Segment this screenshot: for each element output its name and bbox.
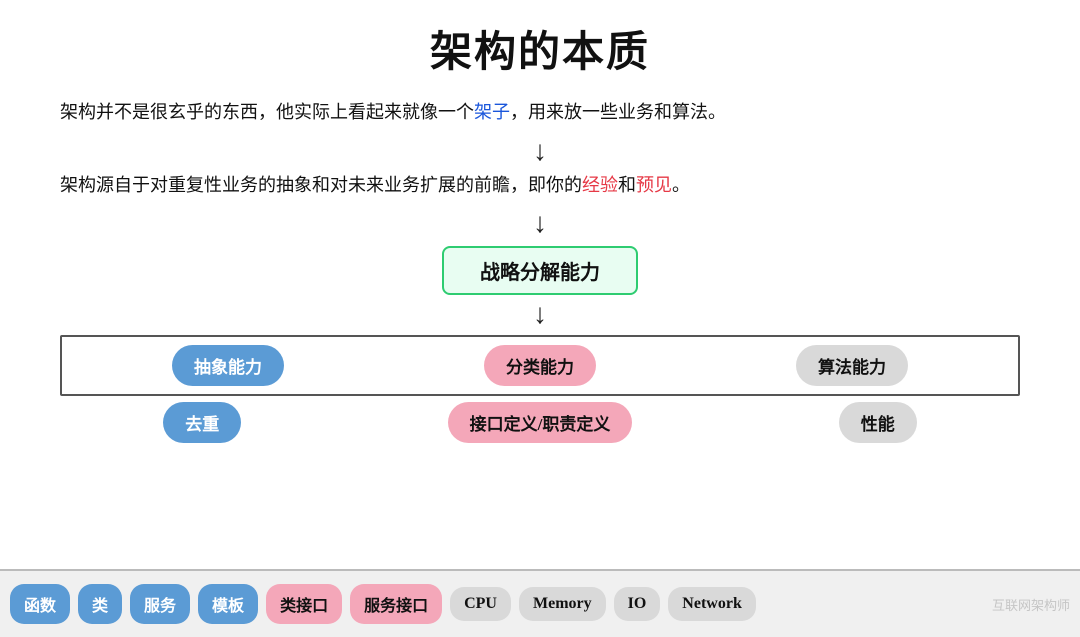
arrow-2: ↓ (60, 210, 1020, 238)
row2-col1: 去重 (163, 402, 241, 443)
row1-col1: 抽象能力 (172, 345, 284, 386)
bottom-pink-2[interactable]: 服务接口 (350, 584, 442, 624)
bottom-blue-3[interactable]: 服务 (130, 584, 190, 624)
arrow-1: ↓ (60, 138, 1020, 166)
bottom-gray-memory[interactable]: Memory (519, 587, 606, 621)
row2-col2: 接口定义/职责定义 (448, 402, 633, 443)
center-box-wrap: 战略分解能力 (60, 246, 1020, 295)
arrow-3: ↓ (60, 301, 1020, 329)
bottom-gray-network[interactable]: Network (668, 587, 756, 621)
watermark: 互联网架构师 (992, 595, 1070, 614)
row1-col2: 分类能力 (484, 345, 596, 386)
para1-text2: ，用来放一些业务和算法。 (510, 102, 726, 122)
bottom-gray-io[interactable]: IO (614, 587, 661, 621)
para1-text1: 架构并不是很玄乎的东西，他实际上看起来就像一个 (60, 102, 474, 122)
page-title: 架构的本质 (60, 18, 1020, 79)
bottom-blue-1[interactable]: 函数 (10, 584, 70, 624)
center-box: 战略分解能力 (442, 246, 638, 295)
page-container: 架构的本质 架构并不是很玄乎的东西，他实际上看起来就像一个架子，用来放一些业务和… (0, 0, 1080, 637)
row1-container: 抽象能力 分类能力 算法能力 (60, 335, 1020, 396)
para1-highlight1: 架子 (474, 102, 510, 122)
row1-col3: 算法能力 (796, 345, 908, 386)
bottom-blue-4[interactable]: 模板 (198, 584, 258, 624)
bottom-pink-1[interactable]: 类接口 (266, 584, 342, 624)
para2-highlight1: 经验 (582, 175, 618, 195)
bottom-bar: 函数 类 服务 模板 类接口 服务接口 CPU Memory IO Networ… (0, 569, 1080, 637)
bottom-gray-cpu[interactable]: CPU (450, 587, 511, 621)
para2-highlight2: 预见 (636, 175, 672, 195)
bottom-blue-2[interactable]: 类 (78, 584, 122, 624)
paragraph-2: 架构源自于对重复性业务的抽象和对未来业务扩展的前瞻，即你的经验和预见。 (60, 170, 1020, 201)
paragraph-1: 架构并不是很玄乎的东西，他实际上看起来就像一个架子，用来放一些业务和算法。 (60, 97, 1020, 128)
row2-col3: 性能 (839, 402, 917, 443)
para2-text2: 和 (618, 175, 636, 195)
para2-text3: 。 (672, 175, 690, 195)
para2-text1: 架构源自于对重复性业务的抽象和对未来业务扩展的前瞻，即你的 (60, 175, 582, 195)
row2-container: 去重 接口定义/职责定义 性能 (60, 400, 1020, 445)
